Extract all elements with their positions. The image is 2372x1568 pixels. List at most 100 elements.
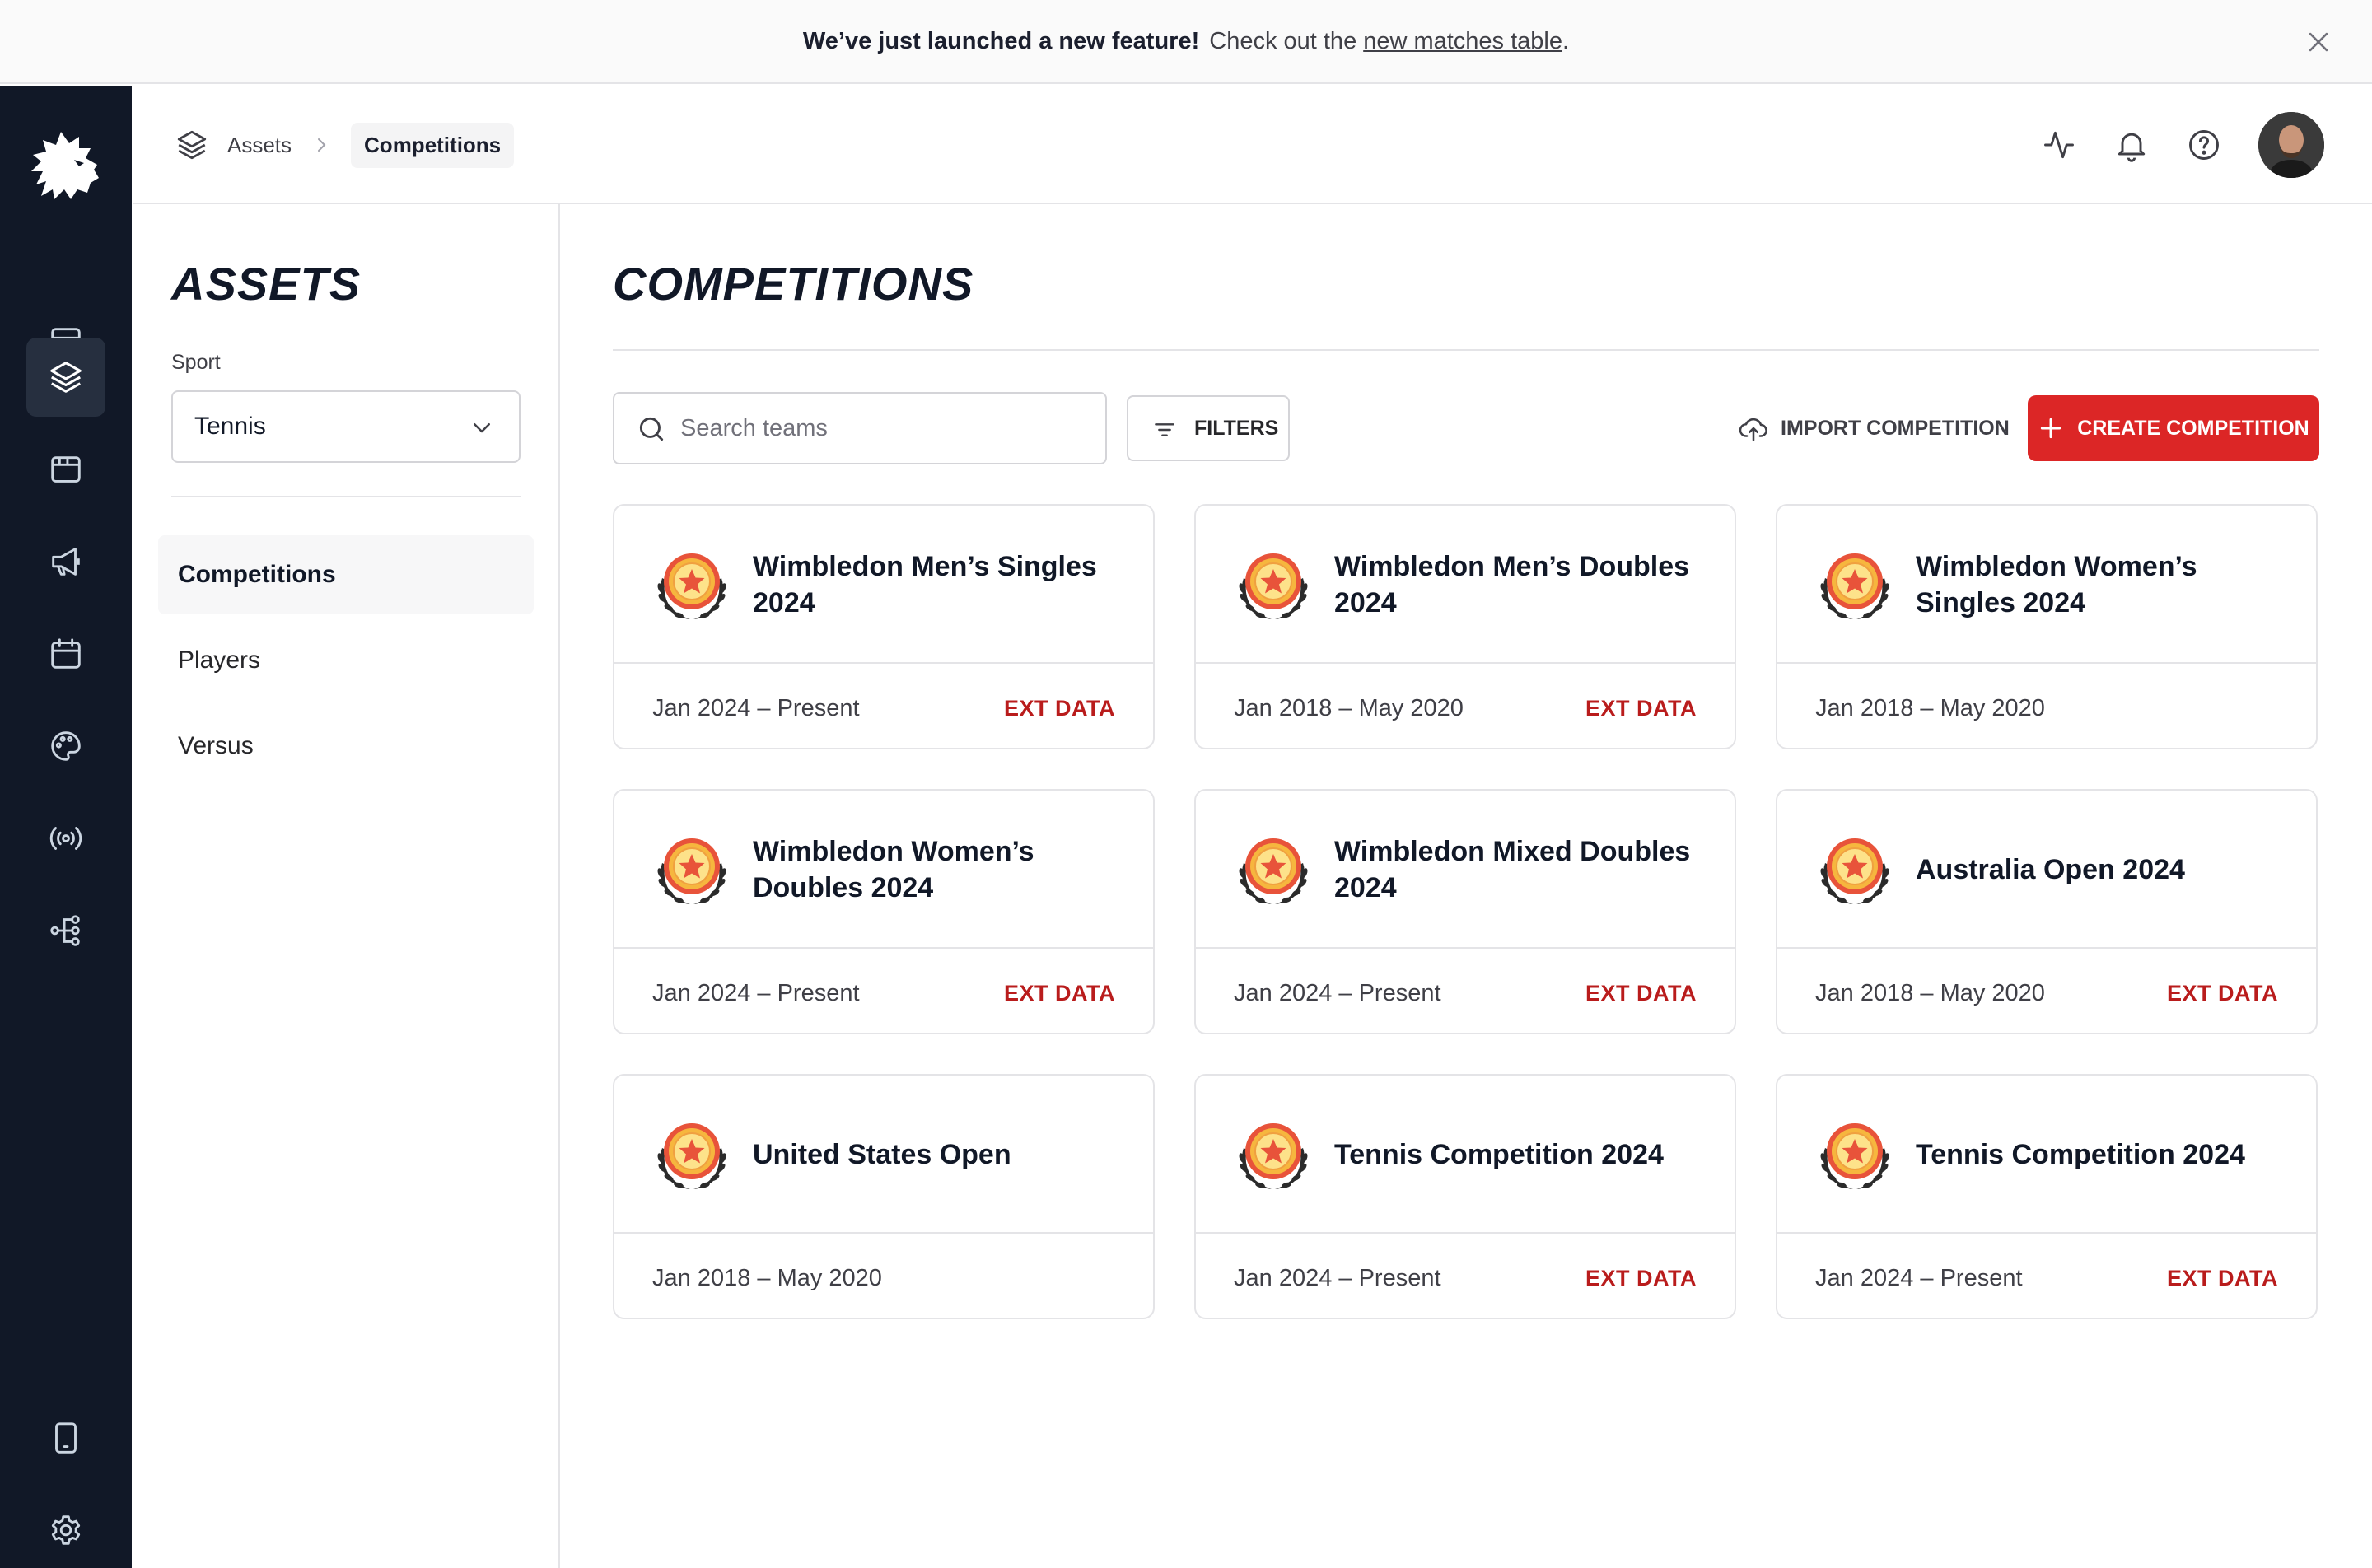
tablet-icon (55, 1422, 77, 1454)
ext-data-badge: EXT DATA (1585, 980, 1697, 1006)
ext-data-badge: EXT DATA (1585, 695, 1697, 721)
sport-select[interactable]: Tennis (171, 390, 521, 463)
competition-dates: Jan 2018 – May 2020 (1815, 694, 2045, 721)
browser-icon (51, 456, 81, 483)
competition-card[interactable]: Wimbledon Mixed Doubles 2024 Jan 2024 – … (1194, 789, 1736, 1034)
competition-dates: Jan 2018 – May 2020 (1234, 694, 1464, 721)
nav-browser[interactable] (26, 430, 105, 509)
card-footer: Jan 2024 – Present EXT DATA (1777, 1235, 2316, 1321)
competition-dates: Jan 2024 – Present (1815, 1264, 2023, 1291)
workflow-icon (50, 915, 80, 946)
main-nav-rail (0, 86, 132, 1568)
competition-card[interactable]: Wimbledon Men’s Singles 2024 Jan 2024 – … (613, 504, 1155, 749)
competition-card[interactable]: Wimbledon Men’s Doubles 2024 Jan 2018 – … (1194, 504, 1736, 749)
competition-name: Tennis Competition 2024 (1916, 1138, 2245, 1170)
announcement-banner: We’ve just launched a new feature! Check… (0, 0, 2372, 84)
activity-icon[interactable] (2041, 127, 2077, 163)
card-header: Wimbledon Men’s Singles 2024 (614, 506, 1153, 664)
banner-suffix: . (1562, 27, 1570, 54)
card-footer: Jan 2018 – May 2020 (1777, 665, 2316, 751)
sidebar-item-label: Versus (178, 732, 254, 759)
card-footer: Jan 2018 – May 2020 EXT DATA (1196, 665, 1735, 751)
avatar-image (2258, 112, 2324, 178)
ext-data-badge: EXT DATA (1585, 1265, 1697, 1290)
cloud-upload-icon (1739, 418, 1767, 441)
gear-icon (51, 1515, 81, 1545)
sidebar-item-label: Players (178, 646, 261, 674)
competition-dates: Jan 2018 – May 2020 (1815, 979, 2045, 1006)
close-icon[interactable] (2304, 28, 2332, 56)
card-header: Australia Open 2024 (1777, 791, 2316, 949)
card-footer: Jan 2024 – Present EXT DATA (614, 665, 1153, 751)
avatar[interactable] (2258, 112, 2324, 178)
layers-icon (177, 130, 207, 160)
nav-themes[interactable] (26, 707, 105, 786)
competition-card[interactable]: United States Open Jan 2018 – May 2020 (613, 1074, 1155, 1319)
sport-label: Sport (171, 351, 221, 374)
top-header: Assets Competitions (133, 86, 2372, 204)
competition-card[interactable]: Wimbledon Women’s Doubles 2024 Jan 2024 … (613, 789, 1155, 1034)
card-header: Tennis Competition 2024 (1777, 1076, 2316, 1234)
plus-icon (2041, 418, 2061, 439)
chevron-down-icon (474, 423, 490, 433)
competition-name: Wimbledon Women’s Singles 2024 (1916, 550, 2197, 618)
card-footer: Jan 2024 – Present EXT DATA (1196, 1235, 1735, 1321)
sidebar-item-players[interactable]: Players (158, 621, 534, 700)
trophy-medal-icon (656, 1122, 728, 1190)
trophy-medal-icon (1819, 553, 1891, 620)
assets-sidebar: ASSETS Sport Tennis Competitions Players… (133, 204, 560, 1568)
filter-icon (1155, 423, 1174, 436)
bell-icon[interactable] (2113, 127, 2150, 163)
card-header: United States Open (614, 1076, 1153, 1234)
sport-select-value: Tennis (194, 413, 266, 440)
nav-assets[interactable] (26, 338, 105, 417)
competition-dates: Jan 2024 – Present (1234, 979, 1441, 1006)
card-header: Wimbledon Men’s Doubles 2024 (1196, 506, 1735, 664)
competition-name: Australia Open 2024 (1916, 853, 2185, 885)
competition-name: Tennis Competition 2024 (1334, 1138, 1664, 1170)
breadcrumb: Assets Competitions (175, 122, 515, 168)
nav-settings[interactable] (26, 1491, 105, 1568)
competition-card[interactable]: Wimbledon Women’s Singles 2024 Jan 2018 … (1776, 504, 2318, 749)
sidebar-title: ASSETS (171, 258, 362, 310)
trophy-medal-icon (1237, 1122, 1310, 1190)
card-footer: Jan 2018 – May 2020 EXT DATA (1777, 950, 2316, 1036)
trophy-medal-icon (656, 838, 728, 905)
trophy-medal-icon (656, 553, 728, 620)
search-placeholder: Search teams (680, 414, 828, 441)
search-input[interactable]: Search teams (613, 392, 1107, 464)
trophy-medal-icon (1237, 838, 1310, 905)
help-icon[interactable] (2186, 127, 2222, 163)
filters-button[interactable]: FILTERS (1127, 395, 1290, 461)
ext-data-badge: EXT DATA (2167, 980, 2278, 1006)
palette-icon (51, 731, 81, 761)
create-competition-button[interactable]: CREATE COMPETITION (2028, 395, 2319, 461)
nav-calendar[interactable] (26, 614, 105, 693)
ext-data-badge: EXT DATA (2167, 1265, 2278, 1290)
sidebar-item-competitions[interactable]: Competitions (158, 535, 534, 614)
competition-card[interactable]: Tennis Competition 2024 Jan 2024 – Prese… (1194, 1074, 1736, 1319)
import-competition-button[interactable]: IMPORT COMPETITION (1738, 395, 2010, 461)
banner-link[interactable]: new matches table (1363, 28, 1562, 55)
card-header: Wimbledon Women’s Singles 2024 (1777, 506, 2316, 664)
trophy-medal-icon (1237, 553, 1310, 620)
sidebar-item-label: Competitions (178, 561, 336, 588)
breadcrumb-current: Competitions (351, 122, 515, 168)
competition-dates: Jan 2024 – Present (1234, 1264, 1441, 1291)
competition-card[interactable]: Australia Open 2024 Jan 2018 – May 2020 … (1776, 789, 2318, 1034)
trophy-medal-icon (1819, 838, 1891, 905)
card-header: Wimbledon Mixed Doubles 2024 (1196, 791, 1735, 949)
lion-logo[interactable] (25, 124, 107, 206)
header-actions (2041, 110, 2324, 180)
nav-campaigns[interactable] (26, 522, 105, 601)
title-divider (613, 349, 2319, 351)
competition-name: Wimbledon Mixed Doubles 2024 (1334, 835, 1691, 903)
chevron-right-icon (318, 138, 326, 152)
nav-broadcast[interactable] (26, 799, 105, 878)
sidebar-item-versus[interactable]: Versus (158, 707, 534, 786)
breadcrumb-assets[interactable]: Assets (227, 133, 292, 158)
main-content: COMPETITIONS Search teams FILTERS IMPORT… (562, 204, 2372, 1568)
nav-devices[interactable] (26, 1398, 105, 1477)
competition-card[interactable]: Tennis Competition 2024 Jan 2024 – Prese… (1776, 1074, 2318, 1319)
nav-workflows[interactable] (26, 891, 105, 970)
